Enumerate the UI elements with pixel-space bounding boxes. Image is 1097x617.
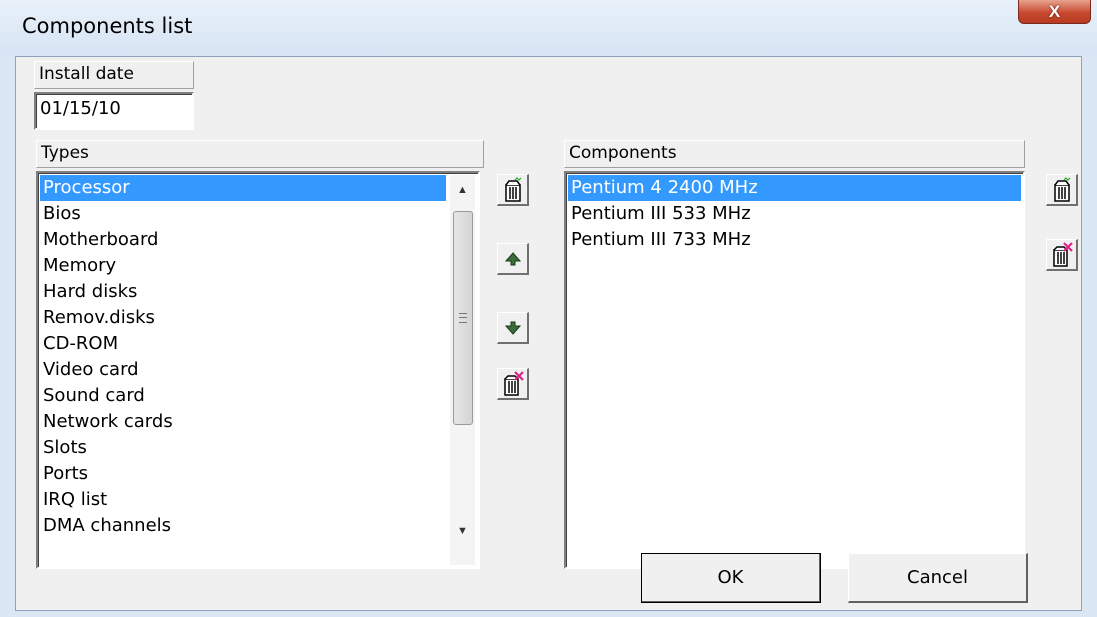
dialog-client-area: Install date Types ▲ ▼ ProcessorBiosMoth…	[15, 56, 1082, 611]
add-item-icon	[1053, 176, 1070, 202]
components-list-item[interactable]: Pentium III 533 MHz	[568, 201, 1021, 227]
types-list-item[interactable]: Slots	[40, 435, 446, 461]
types-list-item[interactable]: Memory	[40, 253, 446, 279]
move-down-icon	[504, 321, 521, 335]
types-list-item[interactable]: Hard disks	[40, 279, 446, 305]
components-delete-button[interactable]	[1046, 239, 1078, 271]
types-scrollbar[interactable]: ▲ ▼	[450, 175, 475, 565]
delete-item-icon	[1052, 241, 1073, 267]
install-date-input[interactable]	[40, 98, 180, 119]
types-list-item[interactable]: Video card	[40, 357, 446, 383]
delete-item-icon	[503, 370, 524, 396]
types-list-item[interactable]: DMA channels	[40, 513, 446, 539]
types-list-item[interactable]: Sound card	[40, 383, 446, 409]
types-move-up-button[interactable]	[497, 243, 529, 275]
components-add-button[interactable]	[1046, 174, 1078, 206]
scroll-up-arrow-icon[interactable]: ▲	[450, 179, 475, 201]
types-list-item[interactable]: Remov.disks	[40, 305, 446, 331]
grip-icon	[459, 313, 467, 323]
components-list-item[interactable]: Pentium III 733 MHz	[568, 227, 1021, 253]
types-list-item[interactable]: Bios	[40, 201, 446, 227]
add-item-icon	[504, 176, 521, 202]
close-icon: X	[1048, 1, 1061, 21]
types-list-item[interactable]: Ports	[40, 461, 446, 487]
close-button[interactable]: X	[1018, 0, 1091, 24]
components-list[interactable]: Pentium 4 2400 MHz Pentium III 533 MHz Pen…	[564, 171, 1025, 569]
types-add-button[interactable]	[497, 174, 529, 206]
components-header: Components	[564, 140, 1025, 168]
components-list-window: Components list X Install date Types ▲ ▼…	[0, 0, 1097, 617]
scrollbar-thumb[interactable]	[453, 211, 473, 425]
window-title: Components list	[22, 14, 193, 38]
types-list[interactable]: ▲ ▼ Processor Bios Motherboard Memory Hard d…	[36, 171, 480, 569]
cancel-button[interactable]: Cancel	[848, 553, 1028, 603]
types-list-item[interactable]: Motherboard	[40, 227, 446, 253]
types-move-down-button[interactable]	[497, 312, 529, 344]
components-list-item[interactable]: Pentium 4 2400 MHz	[568, 175, 1021, 201]
types-list-item[interactable]: IRQ list	[40, 487, 446, 513]
ok-button[interactable]: OK	[641, 553, 821, 603]
title-bar[interactable]: Components list X	[0, 0, 1097, 55]
install-date-field-frame	[34, 92, 194, 130]
install-date-label: Install date	[34, 61, 194, 89]
types-delete-button[interactable]	[497, 368, 529, 400]
types-list-item[interactable]: Processor	[40, 175, 446, 201]
types-list-item[interactable]: CD-ROM	[40, 331, 446, 357]
move-up-icon	[504, 251, 521, 265]
types-header: Types	[36, 140, 484, 168]
scroll-down-arrow-icon[interactable]: ▼	[450, 520, 475, 542]
types-list-item[interactable]: Network cards	[40, 409, 446, 435]
